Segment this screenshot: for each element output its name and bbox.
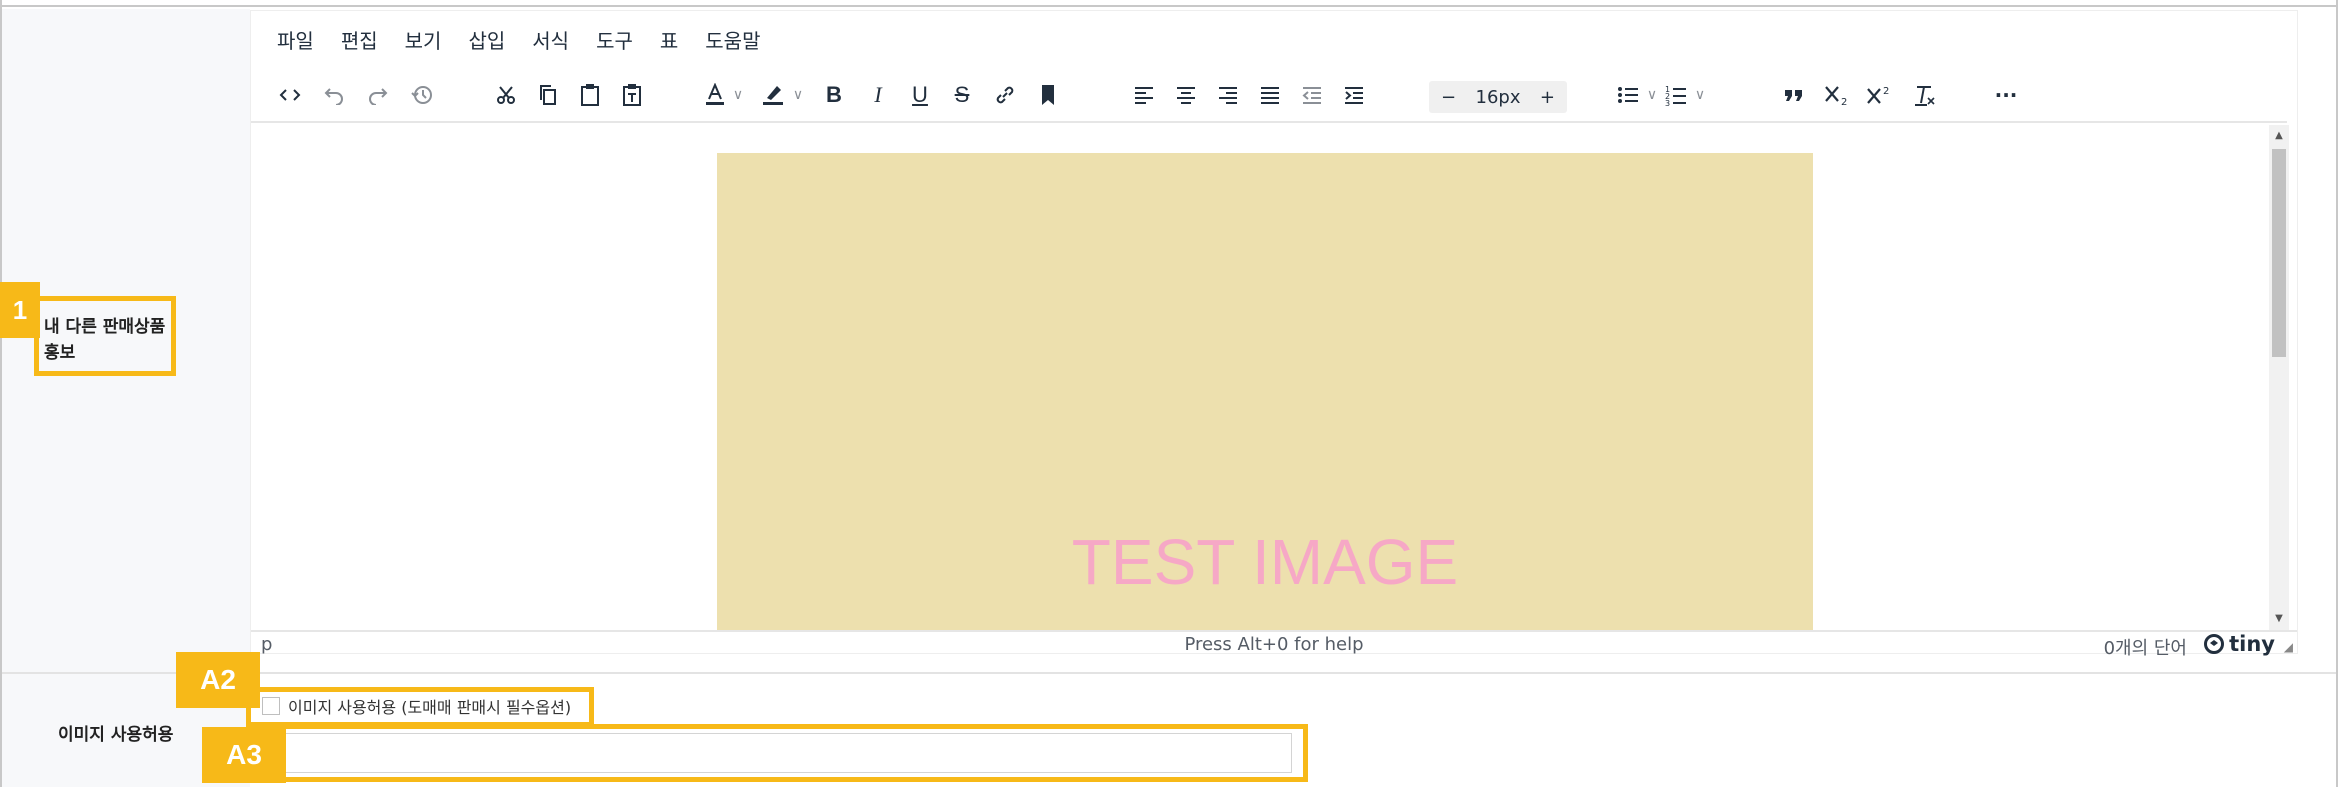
justify-icon[interactable]	[1257, 79, 1283, 111]
bullet-list-chevron-down-icon[interactable]: ∨	[1645, 79, 1659, 111]
annotation-box-a2	[246, 687, 594, 727]
outdent-icon[interactable]	[1299, 79, 1325, 111]
annotation-badge-a2: A2	[176, 652, 260, 708]
paste-text-icon[interactable]	[617, 79, 647, 111]
tiny-brand-text: tiny	[2229, 632, 2275, 656]
svg-text:3: 3	[1665, 99, 1670, 106]
editor-scrollbar[interactable]: ▲ ▼	[2269, 125, 2289, 630]
menu-file[interactable]: 파일	[277, 25, 314, 54]
resize-handle-icon[interactable]: ◢	[2284, 640, 2293, 654]
italic-button[interactable]: I	[865, 79, 891, 111]
paste-icon[interactable]	[575, 79, 605, 111]
bold-button[interactable]: B	[821, 79, 847, 111]
menu-insert[interactable]: 삽입	[468, 25, 505, 54]
image-permission-label: 이미지 사용허용	[58, 725, 174, 745]
more-options-button[interactable]: ···	[1991, 79, 2021, 111]
copy-icon[interactable]	[533, 79, 563, 111]
strikethrough-button[interactable]: S	[949, 79, 975, 111]
test-image[interactable]: TEST IMAGE	[717, 153, 1813, 630]
svg-text:2: 2	[1841, 97, 1847, 106]
row-divider	[2, 672, 2336, 674]
highlight-color-icon[interactable]	[759, 79, 787, 111]
align-center-icon[interactable]	[1173, 79, 1199, 111]
menu-format[interactable]: 서식	[532, 25, 569, 54]
word-count[interactable]: 0개의 단어	[2104, 634, 2187, 660]
font-size-increase-button[interactable]: +	[1540, 87, 1555, 108]
svg-text:2: 2	[1883, 86, 1889, 97]
menu-table[interactable]: 표	[660, 25, 678, 54]
text-color-chevron-down-icon[interactable]: ∨	[731, 79, 745, 111]
bullet-list-icon[interactable]	[1615, 79, 1641, 111]
bookmark-icon[interactable]	[1035, 79, 1061, 111]
font-size-value[interactable]: 16px	[1476, 87, 1521, 108]
indent-icon[interactable]	[1341, 79, 1367, 111]
annotation-box-a3	[246, 724, 1308, 782]
source-code-icon[interactable]	[275, 79, 305, 111]
top-divider	[0, 0, 2338, 7]
subscript-icon[interactable]: 2	[1823, 79, 1853, 111]
menu-edit[interactable]: 편집	[341, 25, 378, 54]
scroll-down-arrow-icon[interactable]: ▼	[2269, 608, 2289, 630]
tiny-brand-icon	[2204, 634, 2225, 654]
numbered-list-icon[interactable]: 123	[1663, 79, 1689, 111]
undo-icon[interactable]	[319, 79, 349, 111]
clear-formatting-icon[interactable]	[1911, 79, 1939, 111]
test-image-text: TEST IMAGE	[1071, 526, 1459, 598]
align-right-icon[interactable]	[1215, 79, 1241, 111]
text-color-icon[interactable]	[701, 79, 729, 111]
underline-button[interactable]: U	[907, 79, 933, 111]
highlight-chevron-down-icon[interactable]: ∨	[791, 79, 805, 111]
rich-text-editor: 파일 편집 보기 삽입 서식 도구 표 도움말 ∨ ∨ B I U S − 16…	[250, 10, 2298, 659]
annotation-box-1	[34, 296, 176, 376]
help-hint: Press Alt+0 for help	[1184, 634, 1364, 655]
scroll-up-arrow-icon[interactable]: ▲	[2269, 125, 2289, 147]
annotation-badge-a3: A3	[202, 727, 286, 783]
editor-content-area[interactable]: TEST IMAGE	[251, 125, 2281, 630]
font-size-decrease-button[interactable]: −	[1441, 87, 1456, 108]
superscript-icon[interactable]: 2	[1865, 79, 1895, 111]
annotation-badge-1: 1	[0, 282, 40, 338]
menu-view[interactable]: 보기	[405, 25, 442, 54]
link-icon[interactable]	[991, 79, 1019, 111]
font-size-control: − 16px +	[1429, 81, 1567, 113]
editor-toolbar: ∨ ∨ B I U S − 16px + ∨ 1 2 3 ∨ 2 2 ···	[251, 69, 2287, 123]
scroll-thumb[interactable]	[2272, 149, 2286, 357]
editor-statusbar: p Press Alt+0 for help 0개의 단어 tiny ◢	[251, 630, 2297, 659]
cut-icon[interactable]	[491, 79, 521, 111]
page-frame: 파일 편집 보기 삽입 서식 도구 표 도움말 ∨ ∨ B I U S − 16…	[0, 0, 2338, 787]
blockquote-icon[interactable]	[1781, 79, 1807, 111]
redo-icon[interactable]	[363, 79, 393, 111]
menu-tools[interactable]: 도구	[596, 25, 633, 54]
menu-help[interactable]: 도움말	[705, 25, 760, 54]
align-left-icon[interactable]	[1131, 79, 1157, 111]
numbered-list-chevron-down-icon[interactable]: ∨	[1693, 79, 1707, 111]
restore-draft-icon[interactable]	[407, 79, 437, 111]
tiny-logo[interactable]: tiny	[2204, 632, 2275, 656]
editor-menubar: 파일 편집 보기 삽입 서식 도구 표 도움말	[251, 11, 2297, 67]
